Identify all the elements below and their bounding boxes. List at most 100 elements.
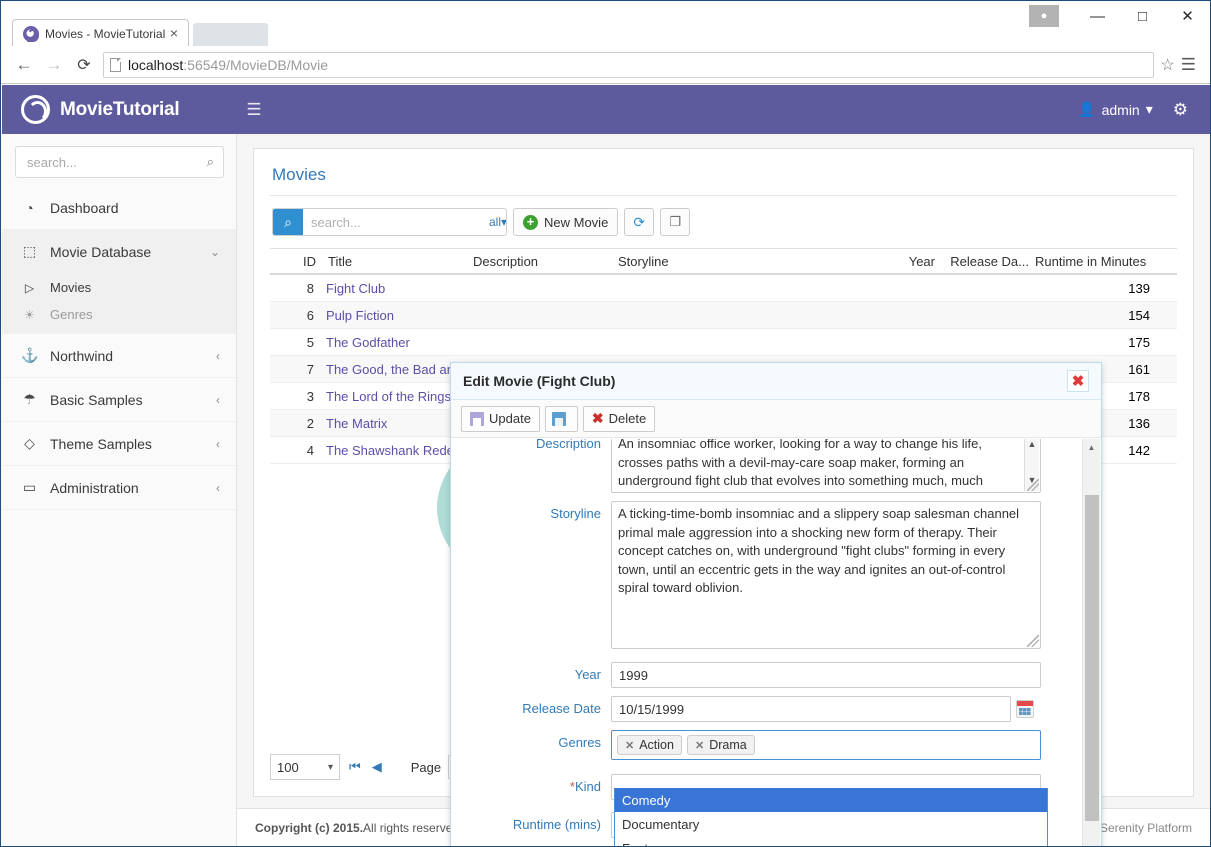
sidebar-item-label: Basic Samples <box>50 391 143 408</box>
sidebar-item-northwind[interactable]: ⚓ Northwind ‹ <box>2 334 236 378</box>
sidebar-search-input[interactable] <box>25 153 207 171</box>
gear-icon[interactable]: ⚙ <box>1165 100 1196 120</box>
search-input[interactable] <box>303 213 489 231</box>
movie-link[interactable]: The Matrix <box>326 416 387 431</box>
genre-tag-label: Action <box>639 738 674 752</box>
browser-menu-icon[interactable]: ☰ <box>1175 55 1202 75</box>
back-icon[interactable]: ← <box>9 50 39 80</box>
delete-button[interactable]: ✖ Delete <box>582 405 656 432</box>
sidebar-item-genres[interactable]: ☀ Genres <box>2 301 236 328</box>
window-close-icon[interactable]: ✕ <box>1165 1 1210 31</box>
user-menu[interactable]: 👤 admin ▾ <box>1066 85 1165 134</box>
movie-link[interactable]: Pulp Fiction <box>326 308 394 323</box>
table-row[interactable]: 6 Pulp Fiction 154 <box>270 302 1177 329</box>
column-header-release-date[interactable]: Release Da... <box>935 254 1029 269</box>
cell-title[interactable]: Fight Club <box>326 281 471 296</box>
quick-search[interactable]: ⌕ all▾ <box>272 208 507 236</box>
gem-icon: ◇ <box>24 435 35 451</box>
year-field[interactable] <box>611 662 1041 688</box>
first-page-icon[interactable]: ⏮ <box>347 759 363 775</box>
sidebar-item-movie-database[interactable]: ⬚ Movie Database ⌄ <box>2 230 236 274</box>
chevron-left-icon: ‹ <box>216 348 220 363</box>
address-bar[interactable]: localhost:56549/MovieDB/Movie <box>103 51 1155 78</box>
genres-multiselect[interactable]: ✕ Action ✕ Drama <box>611 730 1041 760</box>
sidebar-item-label: Administration <box>50 479 139 496</box>
cell-runtime: 175 <box>1128 334 1150 350</box>
minimize-icon[interactable]: — <box>1075 1 1120 31</box>
film-icon: ⬚ <box>22 243 37 259</box>
refresh-button[interactable]: ⟳ <box>624 208 655 236</box>
storyline-control: A ticking-time-bomb insomniac and a slip… <box>611 501 1083 649</box>
genre-option-fantasy[interactable]: Fantasy <box>615 836 1047 847</box>
resize-grip[interactable] <box>1027 635 1039 647</box>
column-header-description[interactable]: Description <box>473 254 618 269</box>
browser-tab[interactable]: Movies - MovieTutorial × <box>12 19 189 47</box>
calendar-icon[interactable] <box>1016 700 1034 718</box>
storyline-label: Storyline <box>550 506 601 521</box>
forward-icon[interactable]: → <box>39 50 69 80</box>
new-movie-button[interactable]: + New Movie <box>513 208 619 236</box>
plus-icon: + <box>523 214 538 230</box>
search-icon[interactable]: ⌕ <box>207 154 214 170</box>
genre-option-comedy[interactable]: Comedy <box>615 788 1047 812</box>
genre-tag[interactable]: ✕ Action <box>617 735 682 755</box>
column-header-year[interactable]: Year <box>865 254 935 269</box>
maximize-icon[interactable]: □ <box>1120 1 1165 31</box>
user-profile-icon[interactable]: ● <box>1029 5 1059 27</box>
description-field[interactable]: An insomniac office worker, looking for … <box>611 439 1041 493</box>
genres-label: Genres <box>558 735 601 750</box>
genres-dropdown[interactable]: Comedy Documentary Fantasy Sci-fi <box>614 788 1048 846</box>
storyline-field[interactable]: A ticking-time-bomb insomniac and a slip… <box>611 501 1041 649</box>
sidebar-item-dashboard[interactable]: ◔ Dashboard <box>2 186 236 230</box>
update-button[interactable]: Update <box>461 405 540 432</box>
genre-tag[interactable]: ✕ Drama <box>686 735 755 755</box>
chevron-left-icon: ‹ <box>216 436 220 451</box>
runtime-label: Runtime (mins) <box>512 817 601 832</box>
table-row[interactable]: 5 The Godfather 175 <box>270 329 1177 356</box>
resize-grip[interactable] <box>1027 479 1039 491</box>
chevron-down-icon: ⌄ <box>209 244 220 259</box>
close-icon[interactable]: ✖ <box>1067 370 1089 392</box>
app-brand[interactable]: MovieTutorial <box>2 85 237 134</box>
search-field-selector[interactable]: all▾ <box>489 215 506 229</box>
scroll-up-icon[interactable]: ▲ <box>1083 439 1100 456</box>
sidebar-item-label: Movie Database <box>50 243 152 260</box>
cell-title[interactable]: Pulp Fiction <box>326 308 471 323</box>
reload-icon[interactable]: ⟳ <box>69 50 99 80</box>
remove-icon[interactable]: ✕ <box>695 739 704 752</box>
cell-title[interactable]: The Godfather <box>326 335 471 350</box>
year-control <box>611 662 1083 688</box>
delete-label: Delete <box>608 411 647 426</box>
release-date-field[interactable] <box>611 696 1011 722</box>
genre-option-documentary[interactable]: Documentary <box>615 812 1047 836</box>
movie-link[interactable]: Fight Club <box>326 281 385 296</box>
save-icon <box>470 411 484 426</box>
sidebar-item-label: Theme Samples <box>50 435 152 452</box>
table-row[interactable]: 8 Fight Club 139 <box>270 275 1177 302</box>
page-size-select[interactable]: 100 ▾ <box>270 754 340 780</box>
sidebar-item-movies[interactable]: ▷ Movies <box>2 274 236 301</box>
close-icon[interactable]: × <box>166 26 182 42</box>
prev-page-icon[interactable]: ◀ <box>370 759 384 775</box>
column-header-id[interactable]: ID <box>272 254 328 269</box>
remove-icon[interactable]: ✕ <box>625 739 634 752</box>
dialog-title: Edit Movie (Fight Club) <box>463 373 616 389</box>
grid-header: ID Title Description Storyline Year Rele… <box>270 248 1177 275</box>
save-and-new-button[interactable] <box>544 405 578 432</box>
bookmark-star-icon[interactable]: ☆ <box>1160 55 1174 75</box>
column-header-runtime[interactable]: Runtime in Minutes <box>1029 254 1152 269</box>
sidebar-item-basic-samples[interactable]: ☂ Basic Samples ‹ <box>2 378 236 422</box>
new-tab-button[interactable] <box>193 23 268 47</box>
column-picker-button[interactable]: ❐ <box>660 208 691 236</box>
movie-link[interactable]: The Godfather <box>326 335 410 350</box>
dialog-scrollbar[interactable]: ▲ ▼ <box>1082 439 1100 846</box>
column-header-title[interactable]: Title <box>328 254 473 269</box>
column-header-storyline[interactable]: Storyline <box>618 254 865 269</box>
sidebar-toggle-icon[interactable]: ☰ <box>237 85 271 134</box>
sidebar-search[interactable]: ⌕ <box>15 146 224 178</box>
sidebar-item-administration[interactable]: ▭ Administration ‹ <box>2 466 236 510</box>
scrollbar-thumb[interactable] <box>1085 495 1099 821</box>
scroll-up-icon[interactable]: ▲ <box>1028 439 1037 454</box>
search-icon[interactable]: ⌕ <box>273 209 303 235</box>
sidebar-item-theme-samples[interactable]: ◇ Theme Samples ‹ <box>2 422 236 466</box>
